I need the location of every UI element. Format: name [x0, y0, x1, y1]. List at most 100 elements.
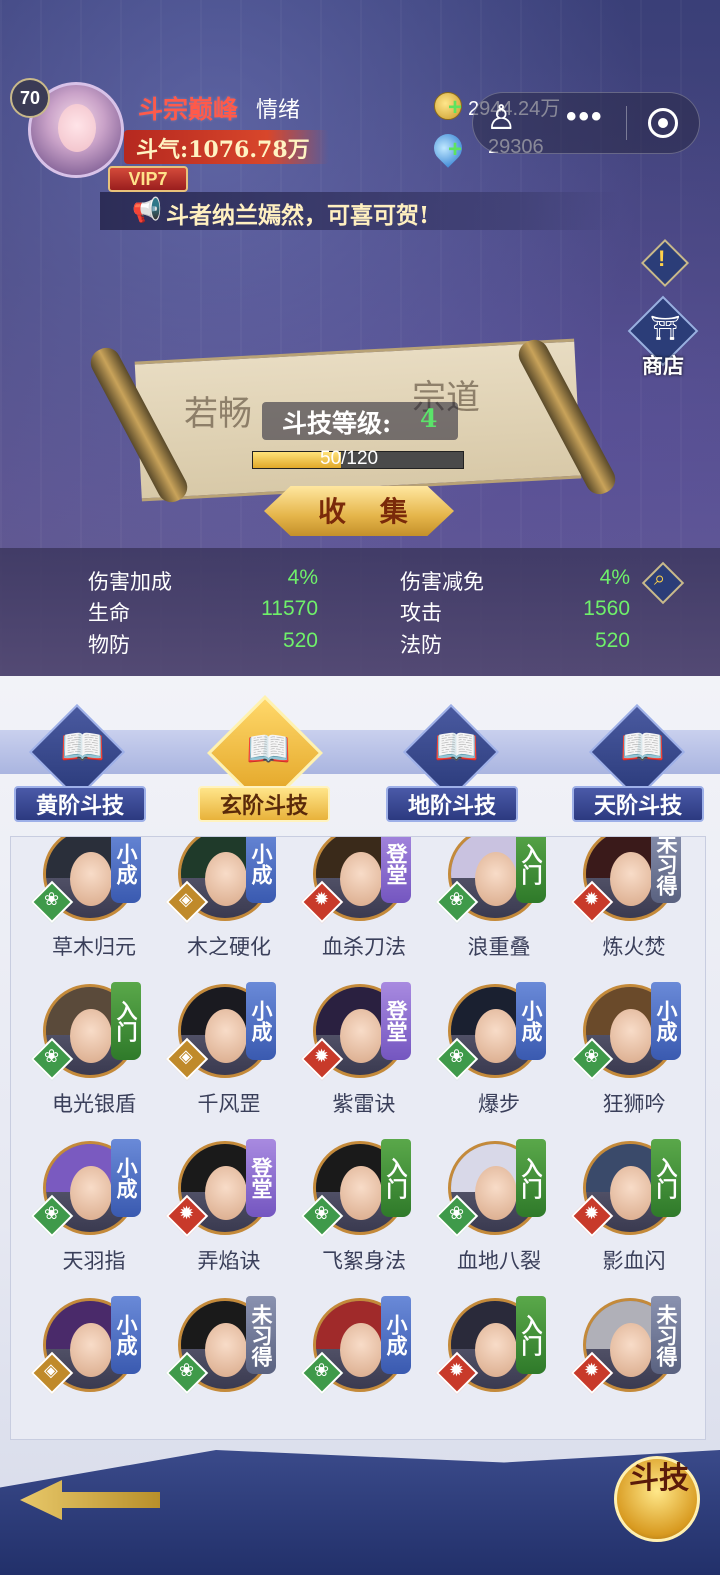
skill-card[interactable]: 小成 ❀ 天羽指 [19, 1139, 155, 1297]
book-icon: 📖 [246, 729, 291, 770]
stat-value-pdef: 520 [282, 629, 318, 652]
mastery-tag: 小成 [516, 982, 546, 1060]
portrait-face [205, 852, 247, 906]
wood-element-icon: ❀ [584, 1046, 600, 1067]
player-name: 斗宗巅峰 [138, 95, 239, 124]
mood-label[interactable]: 情绪 [256, 92, 300, 124]
skill-card[interactable]: 登堂 ✹ 紫雷诀 [289, 982, 425, 1140]
portrait-face [205, 1323, 247, 1377]
skill-name: 血地八裂 [457, 1249, 541, 1273]
power-value: 斗气:1076.78万 [136, 137, 310, 163]
skill-card[interactable]: 未习得 ✹ [559, 1296, 695, 1439]
calligraphy-deco: 若畅 [184, 394, 252, 434]
more-icon[interactable]: ••• [566, 100, 604, 134]
skill-card[interactable]: 入门 ✹ [424, 1296, 560, 1439]
progress-text: 50/120 [320, 448, 379, 469]
add-gold-icon[interactable]: + [448, 94, 462, 122]
book-icon: 📖 [60, 727, 105, 768]
skill-card[interactable]: 小成 ❀ 爆步 [424, 982, 560, 1140]
mastery-tag: 未习得 [651, 837, 681, 903]
battle-skill-label: 斗技 [629, 1461, 689, 1496]
wood-element-icon: ❀ [44, 1203, 60, 1224]
stat-label-damage-bonus: 伤害加成 [88, 570, 172, 594]
stat-label-pdef: 物防 [88, 633, 130, 657]
avatar-face [58, 104, 96, 152]
fire-element-icon: ✹ [179, 1203, 195, 1224]
portrait-face [70, 852, 112, 906]
stat-value-damage-reduce: 4% [599, 566, 630, 589]
portrait-face [70, 1166, 112, 1220]
skill-card[interactable]: 小成 ❀ [289, 1296, 425, 1439]
skill-card[interactable]: 入门 ✹ 影血闪 [559, 1139, 695, 1297]
skill-name: 血杀刀法 [322, 935, 406, 959]
stat-value-mdef: 520 [594, 629, 630, 652]
mastery-tag: 入门 [651, 1139, 681, 1217]
skill-name: 爆步 [478, 1092, 520, 1116]
portrait-face [475, 1009, 517, 1063]
fire-element-icon: ✹ [314, 889, 330, 910]
skill-name: 狂狮吟 [602, 1092, 666, 1116]
skill-grid[interactable]: 小成 ❀ 草木归元 小成 ◈ 木之硬化 登堂 ✹ 血杀刀法 入门 ❀ 浪重叠 未… [10, 836, 706, 1440]
skill-name: 木之硬化 [187, 935, 271, 959]
mastery-tag: 小成 [651, 982, 681, 1060]
skill-card[interactable]: 小成 ◈ 千风罡 [154, 982, 290, 1140]
skill-name: 天羽指 [62, 1249, 126, 1273]
book-icon: 📖 [620, 727, 665, 768]
wood-element-icon: ❀ [314, 1203, 330, 1224]
mastery-tag: 登堂 [381, 982, 411, 1060]
portrait-face [340, 1166, 382, 1220]
add-gem-icon[interactable]: + [448, 136, 462, 164]
tab-mystic-grade[interactable]: 玄阶斗技 [198, 786, 330, 822]
tab-earth-grade[interactable]: 地阶斗技 [386, 786, 518, 822]
skill-card[interactable]: 小成 ❀ 草木归元 [19, 837, 155, 983]
skill-card[interactable]: 未习得 ❀ [154, 1296, 290, 1439]
megaphone-icon: 📢 [132, 196, 162, 224]
skill-name: 炼火焚 [602, 935, 666, 959]
skill-card[interactable]: 登堂 ✹ 弄焰诀 [154, 1139, 290, 1297]
skill-card[interactable]: 入门 ❀ 浪重叠 [424, 837, 560, 983]
mastery-tag: 未习得 [246, 1296, 276, 1374]
skill-name: 紫雷诀 [332, 1092, 396, 1116]
shop-label: 商店 [642, 353, 684, 378]
wood-element-icon: ❀ [179, 1360, 195, 1381]
fire-element-icon: ✹ [584, 1360, 600, 1381]
magnifier-icon: ⌕ [654, 566, 666, 590]
stat-value-hp: 11570 [261, 597, 318, 620]
tab-yellow-grade[interactable]: 黄阶斗技 [14, 786, 146, 822]
shop-icon: ⛩ [650, 314, 681, 342]
vip-badge[interactable]: VIP7 [108, 166, 188, 192]
mastery-tag: 登堂 [246, 1139, 276, 1217]
fire-element-icon: ✹ [584, 889, 600, 910]
skill-name: 浪重叠 [467, 935, 531, 959]
skill-card[interactable]: 入门 ❀ 电光银盾 [19, 982, 155, 1140]
portrait-face [70, 1323, 112, 1377]
stat-label-mdef: 法防 [400, 633, 442, 657]
mastery-tag: 小成 [111, 837, 141, 903]
person-icon[interactable]: ♙ [486, 98, 516, 138]
portrait-face [610, 1009, 652, 1063]
portrait-face [340, 852, 382, 906]
notice-text: 斗者纳兰嫣然，可喜可贺! [166, 202, 430, 229]
skill-card[interactable]: 小成 ◈ [19, 1296, 155, 1439]
portrait-face [475, 1323, 517, 1377]
collect-label: 收 集 [318, 495, 420, 528]
skill-card[interactable]: 入门 ❀ 飞絮身法 [289, 1139, 425, 1297]
earth-element-icon: ◈ [44, 1360, 58, 1381]
mastery-tag: 小成 [246, 982, 276, 1060]
close-target-icon[interactable] [648, 108, 678, 138]
mastery-tag: 入门 [516, 837, 546, 903]
skill-card[interactable]: 登堂 ✹ 血杀刀法 [289, 837, 425, 983]
mastery-tag: 小成 [111, 1139, 141, 1217]
tab-heaven-grade[interactable]: 天阶斗技 [572, 786, 704, 822]
skill-name: 飞絮身法 [322, 1249, 406, 1273]
skill-card[interactable]: 入门 ❀ 血地八裂 [424, 1139, 560, 1297]
stat-value-damage-bonus: 4% [287, 566, 318, 589]
portrait-face [475, 852, 517, 906]
skill-card[interactable]: 未习得 ✹ 炼火焚 [559, 837, 695, 983]
skill-card[interactable]: 小成 ◈ 木之硬化 [154, 837, 290, 983]
earth-element-icon: ◈ [179, 889, 193, 910]
skill-card[interactable]: 小成 ❀ 狂狮吟 [559, 982, 695, 1140]
fire-element-icon: ✹ [584, 1203, 600, 1224]
portrait-face [340, 1009, 382, 1063]
mastery-tag: 小成 [381, 1296, 411, 1374]
